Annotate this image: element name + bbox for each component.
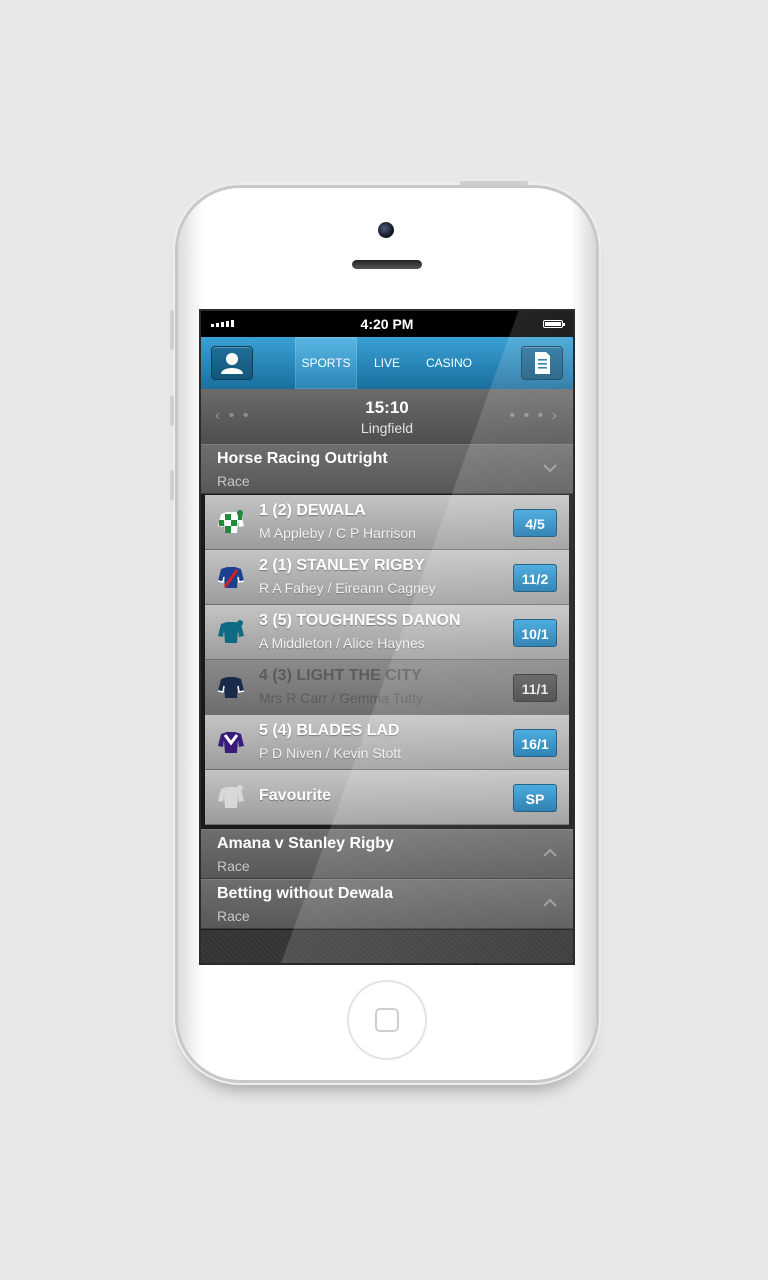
power-button [460,181,528,185]
volume-down-button [170,470,174,500]
runner-name: 1 (2) DEWALA [259,502,366,519]
odds-button[interactable]: 4/5 [513,509,557,537]
runner-name: 3 (5) TOUGHNESS DANON [259,612,461,629]
runner-row: 1 (2) DEWALA M Appleby / C P Harrison 4/… [205,495,569,550]
user-icon [221,353,243,374]
jockey-silk-icon [218,510,244,533]
home-button-square-icon [375,1008,399,1032]
odds-button[interactable]: 10/1 [513,619,557,647]
market-header-outright[interactable]: Horse Racing Outright Race [201,444,573,494]
runner-jockey-trainer: M Appleby / C P Harrison [259,525,416,541]
runner-row: 5 (4) BLADES LAD P D Niven / Kevin Stott… [205,715,569,770]
race-header: ‹ • • 15:10 Lingfield • • • › [201,389,573,444]
market-title: Horse Racing Outright [217,450,388,467]
home-button[interactable] [347,980,427,1060]
tab-sports[interactable]: SPORTS [295,337,357,389]
account-button[interactable] [211,346,253,380]
runner-jockey-trainer: R A Fahey / Eireann Cagney [259,580,436,596]
odds-button[interactable]: 11/2 [513,564,557,592]
status-time: 4:20 PM [360,316,414,332]
app-screen: 4:20 PM SPORTS LIVE CASINO ‹ • • 15:10 L… [201,311,573,963]
runner-name: Favourite [259,787,332,804]
runner-jockey-trainer: A Middleton / Alice Haynes [259,635,425,651]
battery-icon [543,320,565,328]
market-header[interactable]: Betting without Dewala Race [201,879,573,929]
runner-row: 3 (5) TOUGHNESS DANON A Middleton / Alic… [205,605,569,660]
runner-row-favourite: Favourite SP [205,770,569,825]
runner-name: 2 (1) STANLEY RIGBY [259,557,425,574]
runner-row: 4 (3) LIGHT THE CITY Mrs R Carr / Gemma … [205,660,569,715]
jockey-silk-icon [218,785,244,808]
runner-jockey-trainer: P D Niven / Kevin Stott [259,745,402,761]
top-nav-bar: SPORTS LIVE CASINO [201,337,573,390]
tab-live[interactable]: LIVE [364,337,410,389]
betslip-button[interactable] [521,346,563,380]
chevron-up-icon [543,848,557,857]
runner-jockey-trainer: Mrs R Carr / Gemma Tutty [259,690,424,706]
market-subtitle: Race [217,858,250,874]
runner-name: 5 (4) BLADES LAD [259,722,400,739]
next-race-button[interactable]: • • • › [510,407,559,425]
front-camera [378,222,394,238]
status-bar: 4:20 PM [201,311,573,337]
jockey-silk-icon [218,732,244,753]
odds-button[interactable]: SP [513,784,557,812]
betslip-icon [535,352,550,374]
market-title: Amana v Stanley Rigby [217,835,394,852]
screen-bottom-pattern [201,930,573,963]
jockey-silk-icon [217,567,245,588]
chevron-down-icon [543,464,557,473]
jockey-silk-icon [218,620,244,643]
market-title: Betting without Dewala [217,885,393,902]
mute-switch [170,310,174,350]
market-subtitle: Race [217,473,250,489]
market-subtitle: Race [217,908,250,924]
runner-row: 2 (1) STANLEY RIGBY R A Fahey / Eireann … [205,550,569,605]
volume-up-button [170,396,174,426]
odds-button-disabled: 11/1 [513,674,557,702]
tab-casino[interactable]: CASINO [419,337,479,389]
chevron-up-icon [543,898,557,907]
runner-name: 4 (3) LIGHT THE CITY [259,667,422,684]
odds-button[interactable]: 16/1 [513,729,557,757]
earpiece-speaker [352,260,422,269]
jockey-silk-icon [217,677,245,698]
market-header[interactable]: Amana v Stanley Rigby Race [201,829,573,879]
